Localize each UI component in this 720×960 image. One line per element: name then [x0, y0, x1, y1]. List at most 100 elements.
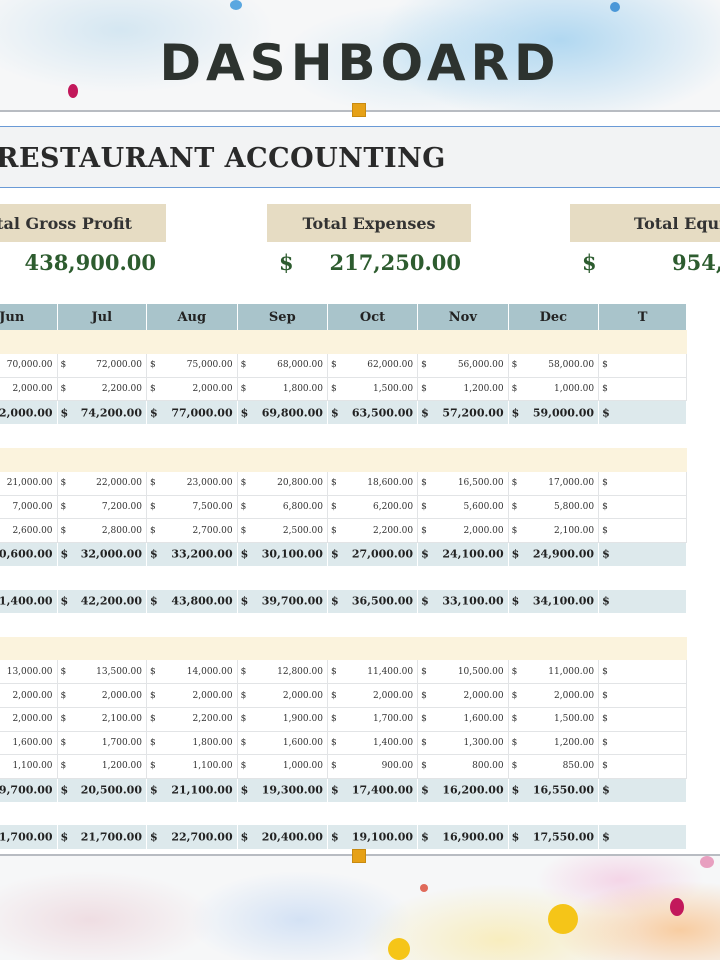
table-cell[interactable]: $24,900.00 [508, 542, 600, 566]
table-cell[interactable]: $1,200.00 [508, 731, 600, 756]
table-cell[interactable]: $14,000.00 [146, 660, 238, 685]
table-cell[interactable]: $1,000.00 [508, 377, 600, 402]
table-cell[interactable]: $1,900.00 [237, 707, 328, 732]
table-cell[interactable]: $56,000.00 [417, 353, 509, 378]
table-cell[interactable]: $ [598, 377, 687, 402]
table-cell[interactable]: $ [598, 778, 687, 802]
spreadsheet-frame[interactable]: RESTAURANT ACCOUNTING Total Gross Profit… [0, 110, 720, 856]
table-cell[interactable] [598, 801, 687, 826]
table-cell[interactable]: $2,000.00 [0, 377, 58, 402]
table-cell[interactable] [508, 801, 599, 826]
table-cell[interactable] [327, 424, 418, 448]
table-cell[interactable]: $6,800.00 [237, 495, 328, 520]
table-cell[interactable] [327, 330, 418, 354]
table-cell[interactable]: $1,600.00 [237, 731, 328, 756]
table-cell[interactable]: $1,300.00 [417, 731, 509, 756]
table-cell[interactable]: $19,300.00 [237, 778, 328, 802]
table-cell[interactable]: $1,100.00 [0, 754, 58, 779]
table-cell[interactable]: $5,800.00 [508, 495, 600, 520]
table-cell[interactable]: $11,000.00 [508, 660, 600, 685]
table-cell[interactable] [508, 330, 599, 354]
table-cell[interactable]: $6,200.00 [327, 495, 419, 520]
table-cell[interactable] [57, 424, 147, 448]
table-cell[interactable]: $21,100.00 [146, 778, 238, 802]
table-cell[interactable]: $ [598, 754, 687, 779]
table-cell[interactable]: $1,600.00 [417, 707, 509, 732]
table-cell[interactable]: $16,200.00 [417, 778, 509, 802]
table-cell[interactable]: $ [598, 683, 687, 708]
table-cell[interactable] [598, 424, 687, 448]
table-cell[interactable] [146, 613, 238, 637]
table-cell[interactable]: $43,800.00 [146, 589, 238, 614]
table-cell[interactable]: $22,700.00 [146, 825, 238, 850]
table-cell[interactable]: $23,000.00 [146, 471, 238, 496]
table-cell[interactable]: $72,000.00 [0, 400, 58, 425]
table-cell[interactable]: $62,000.00 [327, 353, 419, 378]
table-cell[interactable]: $2,200.00 [327, 518, 419, 543]
table-cell[interactable]: $30,100.00 [237, 542, 328, 566]
table-cell[interactable]: $1,500.00 [327, 377, 419, 402]
table-cell[interactable] [327, 801, 418, 826]
table-cell[interactable] [598, 565, 687, 590]
table-cell[interactable] [508, 613, 599, 637]
table-cell[interactable] [417, 565, 509, 590]
table-cell[interactable]: $2,100.00 [57, 707, 147, 732]
table-cell[interactable]: $36,500.00 [327, 589, 419, 614]
table-cell[interactable]: $22,000.00 [57, 471, 147, 496]
column-header[interactable]: T [598, 304, 687, 330]
table-cell[interactable] [508, 447, 599, 472]
table-cell[interactable] [508, 565, 599, 590]
table-cell[interactable] [0, 613, 58, 637]
table-cell[interactable]: $19,700.00 [0, 778, 58, 802]
table-cell[interactable] [327, 447, 418, 472]
table-cell[interactable] [57, 330, 147, 354]
table-cell[interactable]: $21,700.00 [0, 825, 58, 850]
column-header[interactable]: Jul [57, 304, 147, 330]
table-cell[interactable]: $57,200.00 [417, 400, 509, 425]
table-cell[interactable]: $20,500.00 [57, 778, 147, 802]
table-cell[interactable] [327, 613, 418, 637]
table-cell[interactable] [237, 330, 328, 354]
table-cell[interactable] [327, 565, 418, 590]
table-cell[interactable]: $32,000.00 [57, 542, 147, 566]
table-cell[interactable]: $1,800.00 [237, 377, 328, 402]
table-cell[interactable]: $850.00 [508, 754, 600, 779]
table-cell[interactable]: $17,400.00 [327, 778, 419, 802]
table-cell[interactable] [417, 330, 509, 354]
table-cell[interactable]: $21,000.00 [0, 471, 58, 496]
table-cell[interactable]: $58,000.00 [508, 353, 600, 378]
table-cell[interactable]: $1,500.00 [508, 707, 600, 732]
table-cell[interactable]: $13,000.00 [0, 660, 58, 685]
table-cell[interactable]: $7,000.00 [0, 495, 58, 520]
table-cell[interactable] [417, 636, 509, 661]
table-cell[interactable] [146, 801, 238, 826]
table-cell[interactable] [598, 447, 687, 472]
table-cell[interactable]: $ [598, 471, 687, 496]
table-cell[interactable]: $13,500.00 [57, 660, 147, 685]
table-cell[interactable]: $2,200.00 [57, 377, 147, 402]
table-cell[interactable]: $24,100.00 [417, 542, 509, 566]
table-cell[interactable]: $7,200.00 [57, 495, 147, 520]
table-cell[interactable]: $1,700.00 [327, 707, 419, 732]
table-cell[interactable] [598, 613, 687, 637]
resize-handle-top[interactable] [352, 103, 366, 117]
table-cell[interactable] [417, 801, 509, 826]
table-cell[interactable]: $11,400.00 [327, 660, 419, 685]
table-cell[interactable] [0, 636, 58, 661]
table-cell[interactable]: $1,200.00 [417, 377, 509, 402]
table-cell[interactable] [146, 424, 238, 448]
table-cell[interactable] [57, 801, 147, 826]
resize-handle-bottom[interactable] [352, 849, 366, 863]
table-cell[interactable]: $2,000.00 [327, 683, 419, 708]
column-header[interactable]: Jun [0, 304, 58, 330]
table-cell[interactable]: $2,100.00 [508, 518, 600, 543]
table-cell[interactable] [237, 636, 328, 661]
column-header[interactable]: Sep [237, 304, 328, 330]
table-cell[interactable]: $1,200.00 [57, 754, 147, 779]
column-header[interactable]: Aug [146, 304, 238, 330]
table-cell[interactable] [417, 424, 509, 448]
table-cell[interactable] [57, 636, 147, 661]
table-cell[interactable]: $77,000.00 [146, 400, 238, 425]
table-cell[interactable]: $30,600.00 [0, 542, 58, 566]
table-cell[interactable] [327, 636, 418, 661]
